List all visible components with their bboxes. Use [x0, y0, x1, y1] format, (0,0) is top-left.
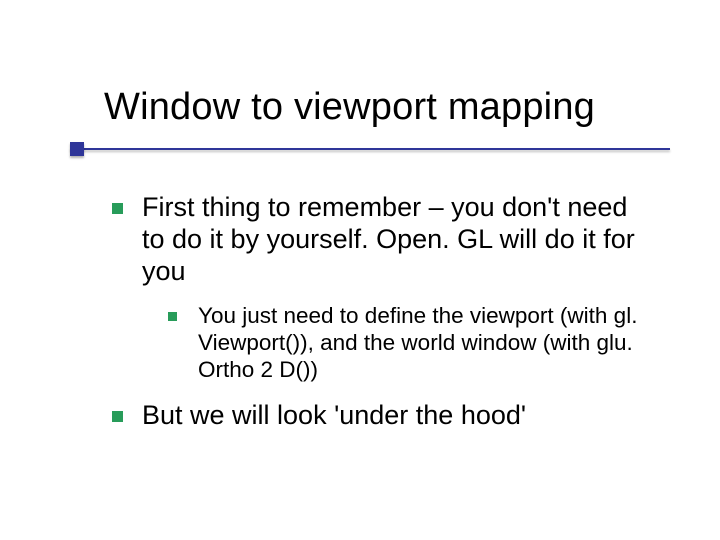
bullet-list: First thing to remember – you don't need… [112, 192, 652, 432]
bullet-square-icon [168, 312, 177, 321]
bullet-text: You just need to define the viewport (wi… [198, 303, 637, 383]
bullet-square-icon [112, 411, 123, 422]
bullet-text: But we will look 'under the hood' [142, 400, 526, 430]
title-underline [70, 148, 670, 150]
sub-bullet-list: You just need to define the viewport (wi… [142, 302, 652, 384]
slide-title: Window to viewport mapping [104, 86, 664, 129]
bullet-text: First thing to remember – you don't need… [142, 192, 635, 286]
list-item: But we will look 'under the hood' [112, 400, 652, 432]
title-block: Window to viewport mapping [104, 86, 664, 129]
bullet-square-icon [112, 203, 123, 214]
slide: Window to viewport mapping First thing t… [0, 0, 720, 540]
list-item: You just need to define the viewport (wi… [168, 302, 652, 384]
slide-body: First thing to remember – you don't need… [112, 192, 652, 448]
list-item: First thing to remember – you don't need… [112, 192, 652, 384]
